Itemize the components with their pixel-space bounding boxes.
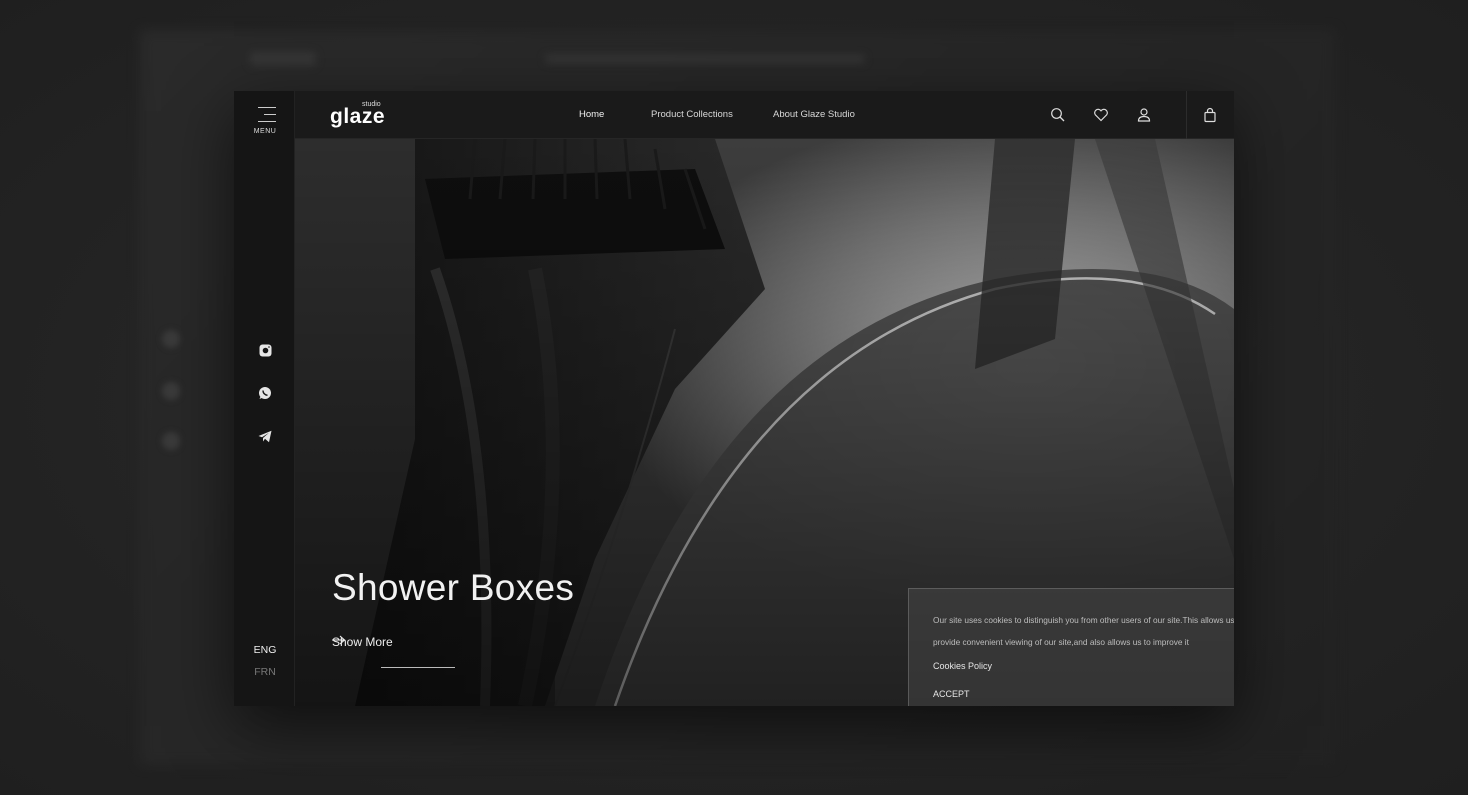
background-blurred-logo [250, 52, 316, 66]
menu-line [258, 107, 276, 108]
nav-about-glaze-studio[interactable]: About Glaze Studio [773, 109, 855, 120]
menu-line [258, 121, 276, 122]
user-icon[interactable] [1136, 107, 1152, 123]
background-blurred-dot [162, 432, 180, 450]
menu-line [264, 114, 276, 115]
cookie-message: Our site uses cookies to distinguish you… [933, 615, 1234, 647]
nav-home[interactable]: Home [579, 109, 604, 120]
accept-cookies-button[interactable]: ACCEPT [933, 689, 970, 699]
cookie-banner: × Our site uses cookies to distinguish y… [908, 588, 1234, 706]
show-more-link[interactable]: Show More [332, 635, 393, 649]
language-frn[interactable]: FRN [244, 666, 286, 678]
hero-banner: Shower Boxes Show More × Our site uses c… [295, 139, 1234, 706]
background-blurred-nav [545, 55, 865, 63]
background-blurred-dot [162, 382, 180, 400]
show-more-underline [381, 667, 455, 668]
brand-logo[interactable]: glaze studio [330, 101, 400, 129]
heart-icon[interactable] [1093, 107, 1109, 123]
cookies-policy-link[interactable]: Cookies Policy [933, 661, 992, 671]
left-sidebar: MENU ENG FRN [234, 91, 295, 706]
hero-title: Shower Boxes [332, 567, 575, 608]
background-blurred-dot [162, 330, 180, 348]
telegram-icon[interactable] [256, 427, 274, 445]
browser-window: MENU ENG FRN glaze studio Home Product C… [234, 91, 1234, 706]
topbar-divider [1186, 91, 1187, 139]
instagram-icon[interactable] [256, 341, 274, 359]
search-icon[interactable] [1050, 107, 1066, 123]
brand-name: glaze [330, 105, 386, 128]
shopping-bag-icon[interactable] [1202, 107, 1218, 123]
nav-product-collections[interactable]: Product Collections [651, 109, 733, 120]
menu-label: MENU [253, 128, 277, 135]
top-navigation-bar: glaze studio Home Product Collections Ab… [295, 91, 1234, 139]
language-eng[interactable]: ENG [244, 644, 286, 656]
arrow-right-icon [332, 635, 346, 645]
whatsapp-icon[interactable] [256, 384, 274, 402]
brand-sub: studio [362, 101, 381, 108]
